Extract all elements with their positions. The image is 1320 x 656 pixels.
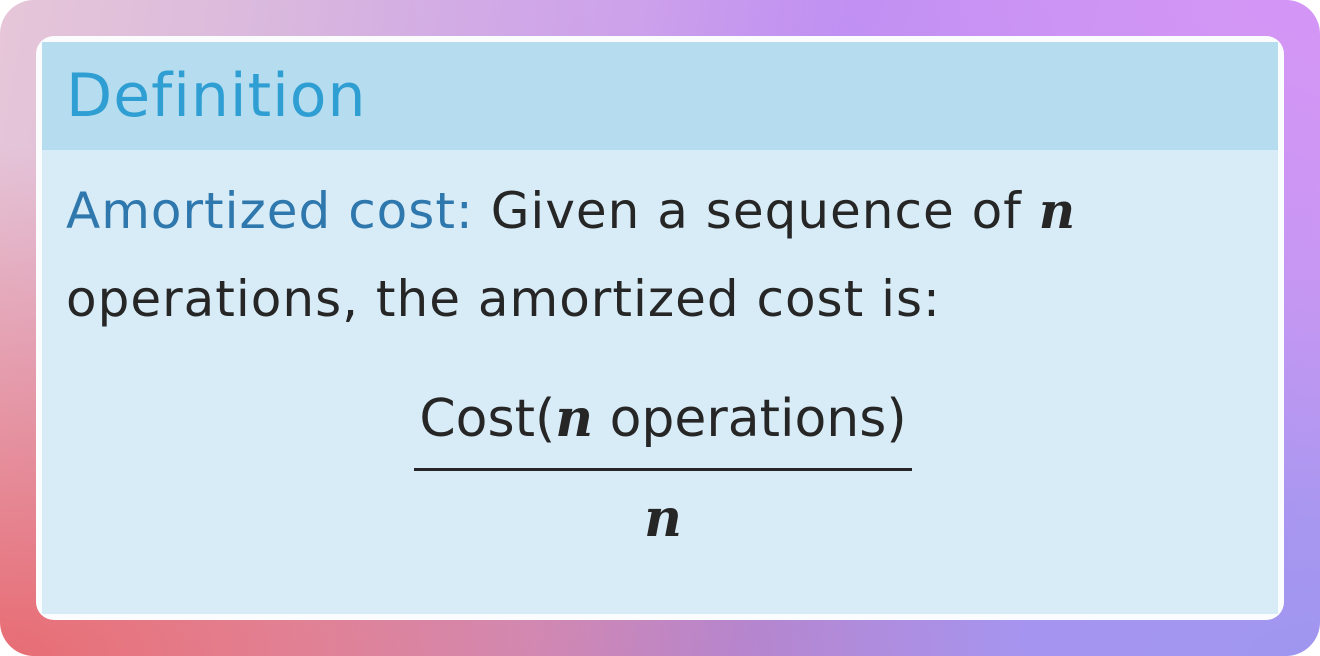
definition-line-1: Amortized cost: Given a sequence of n	[66, 180, 1076, 242]
definition-header: Definition	[42, 42, 1278, 150]
definition-text-1: Given a sequence of	[490, 182, 1022, 240]
definition-term: Amortized cost:	[66, 182, 474, 240]
definition-line-2: operations, the amortized cost is:	[66, 270, 941, 328]
definition-block: Definition Amortized cost: Given a seque…	[42, 42, 1278, 614]
definition-title: Definition	[66, 61, 367, 131]
background-frame: Definition Amortized cost: Given a seque…	[0, 0, 1320, 656]
fraction-bar	[414, 468, 912, 471]
slide-card: Definition Amortized cost: Given a seque…	[36, 36, 1284, 620]
formula-denominator: n	[644, 488, 682, 549]
numerator-prefix: Cost(	[419, 389, 556, 449]
formula-numerator: Cost(n operations)	[414, 386, 912, 452]
numerator-suffix: operations)	[593, 389, 907, 449]
math-variable-n: n	[1038, 181, 1077, 240]
amortized-cost-formula: Cost(n operations) n	[414, 386, 912, 549]
numerator-variable-n: n	[555, 388, 594, 449]
